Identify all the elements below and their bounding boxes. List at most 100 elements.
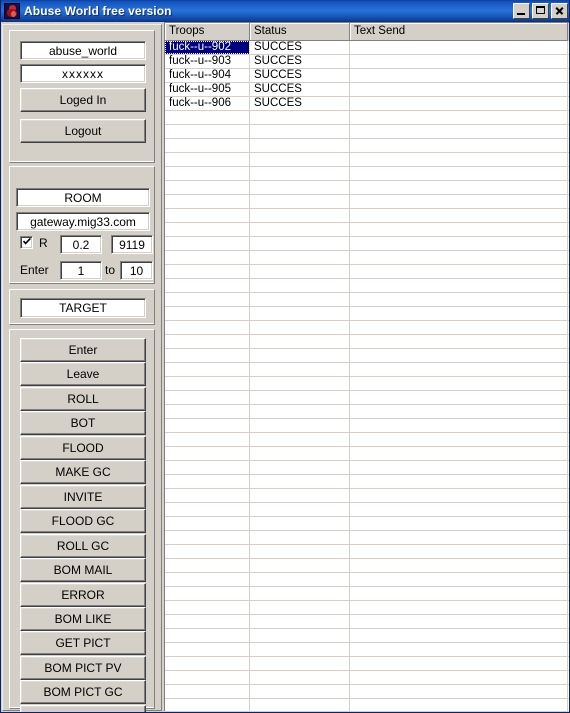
table-row-empty[interactable] [165, 167, 569, 181]
table-row-empty[interactable] [165, 405, 569, 419]
table-cell-empty[interactable] [165, 657, 250, 670]
table-cell-empty[interactable] [250, 125, 350, 138]
table-cell-empty[interactable] [165, 321, 250, 334]
table-row-empty[interactable] [165, 671, 569, 685]
r-checkbox[interactable] [20, 236, 33, 249]
table-row[interactable]: fuck--u--902 SUCCES [165, 41, 569, 55]
grid-column-header-text-send[interactable]: Text Send [350, 23, 568, 41]
table-cell-status[interactable]: SUCCES [250, 55, 350, 68]
action-button-get-pict[interactable]: GET PICT [20, 631, 146, 656]
table-cell-troops[interactable]: fuck--u--904 [165, 69, 250, 82]
action-button-bot[interactable]: BOT [20, 411, 146, 436]
table-row-empty[interactable] [165, 209, 569, 223]
table-cell-empty[interactable] [350, 279, 568, 292]
action-button-bom-pict-gc[interactable]: BOM PICT GC [20, 680, 146, 705]
table-cell-empty[interactable] [165, 685, 250, 698]
table-cell-empty[interactable] [165, 307, 250, 320]
table-cell-empty[interactable] [350, 111, 568, 124]
table-row-empty[interactable] [165, 629, 569, 643]
table-row-empty[interactable] [165, 181, 569, 195]
table-cell-empty[interactable] [250, 391, 350, 404]
table-cell-empty[interactable] [350, 153, 568, 166]
table-cell-empty[interactable] [350, 209, 568, 222]
table-cell-empty[interactable] [350, 461, 568, 474]
table-row-empty[interactable] [165, 657, 569, 671]
table-row-empty[interactable] [165, 335, 569, 349]
table-cell-empty[interactable] [165, 125, 250, 138]
table-row-empty[interactable] [165, 251, 569, 265]
table-cell-empty[interactable] [250, 251, 350, 264]
table-row-empty[interactable] [165, 531, 569, 545]
table-row-empty[interactable] [165, 685, 569, 699]
table-cell-empty[interactable] [165, 139, 250, 152]
table-cell-empty[interactable] [250, 279, 350, 292]
table-cell-empty[interactable] [250, 573, 350, 586]
table-cell-empty[interactable] [350, 657, 568, 670]
table-cell-empty[interactable] [350, 671, 568, 684]
table-row-empty[interactable] [165, 475, 569, 489]
table-cell-empty[interactable] [250, 657, 350, 670]
table-cell-empty[interactable] [165, 111, 250, 124]
port-field[interactable]: 9119 [111, 235, 153, 254]
action-button-leave[interactable]: Leave [20, 362, 146, 387]
table-cell-status[interactable]: SUCCES [250, 97, 350, 110]
table-cell-empty[interactable] [165, 251, 250, 264]
table-cell-empty[interactable] [250, 237, 350, 250]
title-bar[interactable]: Abuse World free version [1, 0, 569, 22]
table-row-empty[interactable] [165, 433, 569, 447]
logout-button[interactable]: Logout [20, 119, 146, 143]
table-cell-text-send[interactable] [350, 97, 568, 110]
table-cell-empty[interactable] [250, 139, 350, 152]
range-from-field[interactable]: 1 [60, 261, 102, 280]
table-cell-empty[interactable] [165, 265, 250, 278]
table-cell-empty[interactable] [250, 195, 350, 208]
table-cell-empty[interactable] [165, 433, 250, 446]
table-row-empty[interactable] [165, 699, 569, 711]
table-cell-empty[interactable] [350, 601, 568, 614]
table-cell-empty[interactable] [350, 405, 568, 418]
table-cell-status[interactable]: SUCCES [250, 41, 350, 54]
table-cell-empty[interactable] [165, 671, 250, 684]
action-button-bom-pict-pv[interactable]: BOM PICT PV [20, 655, 146, 680]
table-row[interactable]: fuck--u--906 SUCCES [165, 97, 569, 111]
table-cell-empty[interactable] [250, 181, 350, 194]
table-cell-empty[interactable] [165, 587, 250, 600]
table-cell-empty[interactable] [350, 265, 568, 278]
table-cell-empty[interactable] [165, 545, 250, 558]
table-row-empty[interactable] [165, 307, 569, 321]
close-icon[interactable] [551, 3, 568, 19]
table-cell-empty[interactable] [165, 405, 250, 418]
table-cell-empty[interactable] [250, 531, 350, 544]
table-cell-empty[interactable] [350, 335, 568, 348]
table-cell-empty[interactable] [350, 307, 568, 320]
table-cell-empty[interactable] [250, 321, 350, 334]
action-button-flood-gc[interactable]: FLOOD GC [20, 509, 146, 534]
table-cell-empty[interactable] [165, 181, 250, 194]
table-row-empty[interactable] [165, 349, 569, 363]
table-cell-empty[interactable] [350, 447, 568, 460]
maximize-button[interactable] [532, 3, 549, 19]
table-cell-empty[interactable] [165, 349, 250, 362]
table-row-empty[interactable] [165, 615, 569, 629]
table-cell-status[interactable]: SUCCES [250, 83, 350, 96]
table-cell-empty[interactable] [250, 265, 350, 278]
table-cell-empty[interactable] [250, 223, 350, 236]
table-cell-empty[interactable] [350, 615, 568, 628]
table-row[interactable]: fuck--u--904 SUCCES [165, 69, 569, 83]
table-cell-empty[interactable] [350, 531, 568, 544]
table-row-empty[interactable] [165, 363, 569, 377]
table-row-empty[interactable] [165, 223, 569, 237]
table-row-empty[interactable] [165, 643, 569, 657]
table-cell-empty[interactable] [350, 363, 568, 376]
table-cell-empty[interactable] [250, 433, 350, 446]
table-row-empty[interactable] [165, 545, 569, 559]
grid-column-header-troops[interactable]: Troops [165, 23, 250, 41]
table-cell-empty[interactable] [165, 475, 250, 488]
table-cell-text-send[interactable] [350, 83, 568, 96]
table-cell-empty[interactable] [165, 489, 250, 502]
table-cell-empty[interactable] [250, 601, 350, 614]
table-cell-troops[interactable]: fuck--u--902 [165, 41, 250, 54]
login-status-button[interactable]: Loged In [20, 88, 146, 112]
table-cell-empty[interactable] [350, 391, 568, 404]
table-cell-empty[interactable] [350, 475, 568, 488]
